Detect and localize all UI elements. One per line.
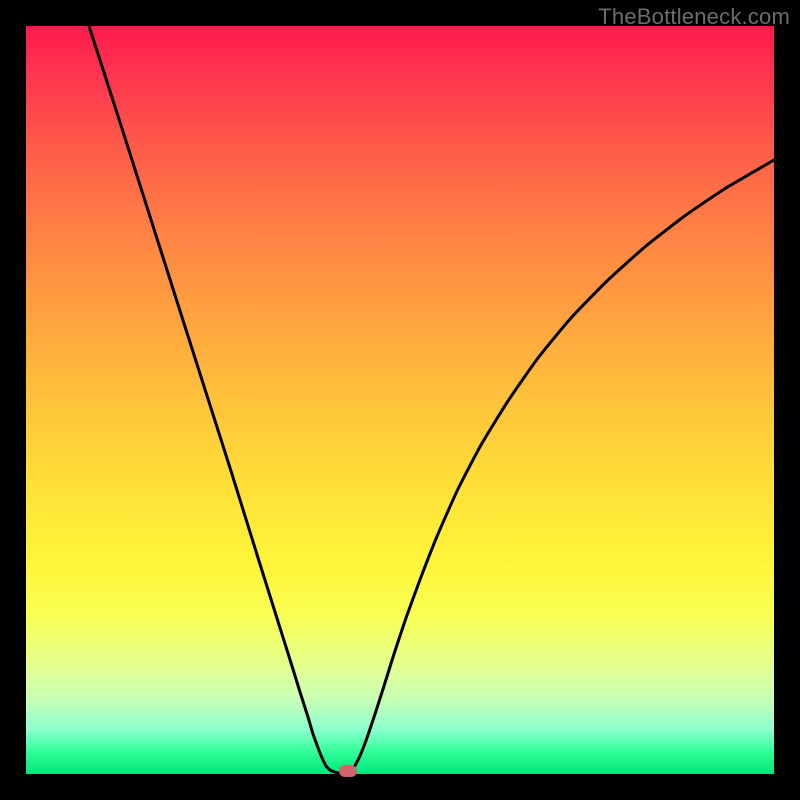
gradient-panel [26, 26, 774, 774]
curve-path [89, 26, 774, 773]
optimal-marker [339, 765, 357, 777]
bottleneck-curve [26, 26, 774, 774]
watermark-text: TheBottleneck.com [598, 4, 790, 30]
